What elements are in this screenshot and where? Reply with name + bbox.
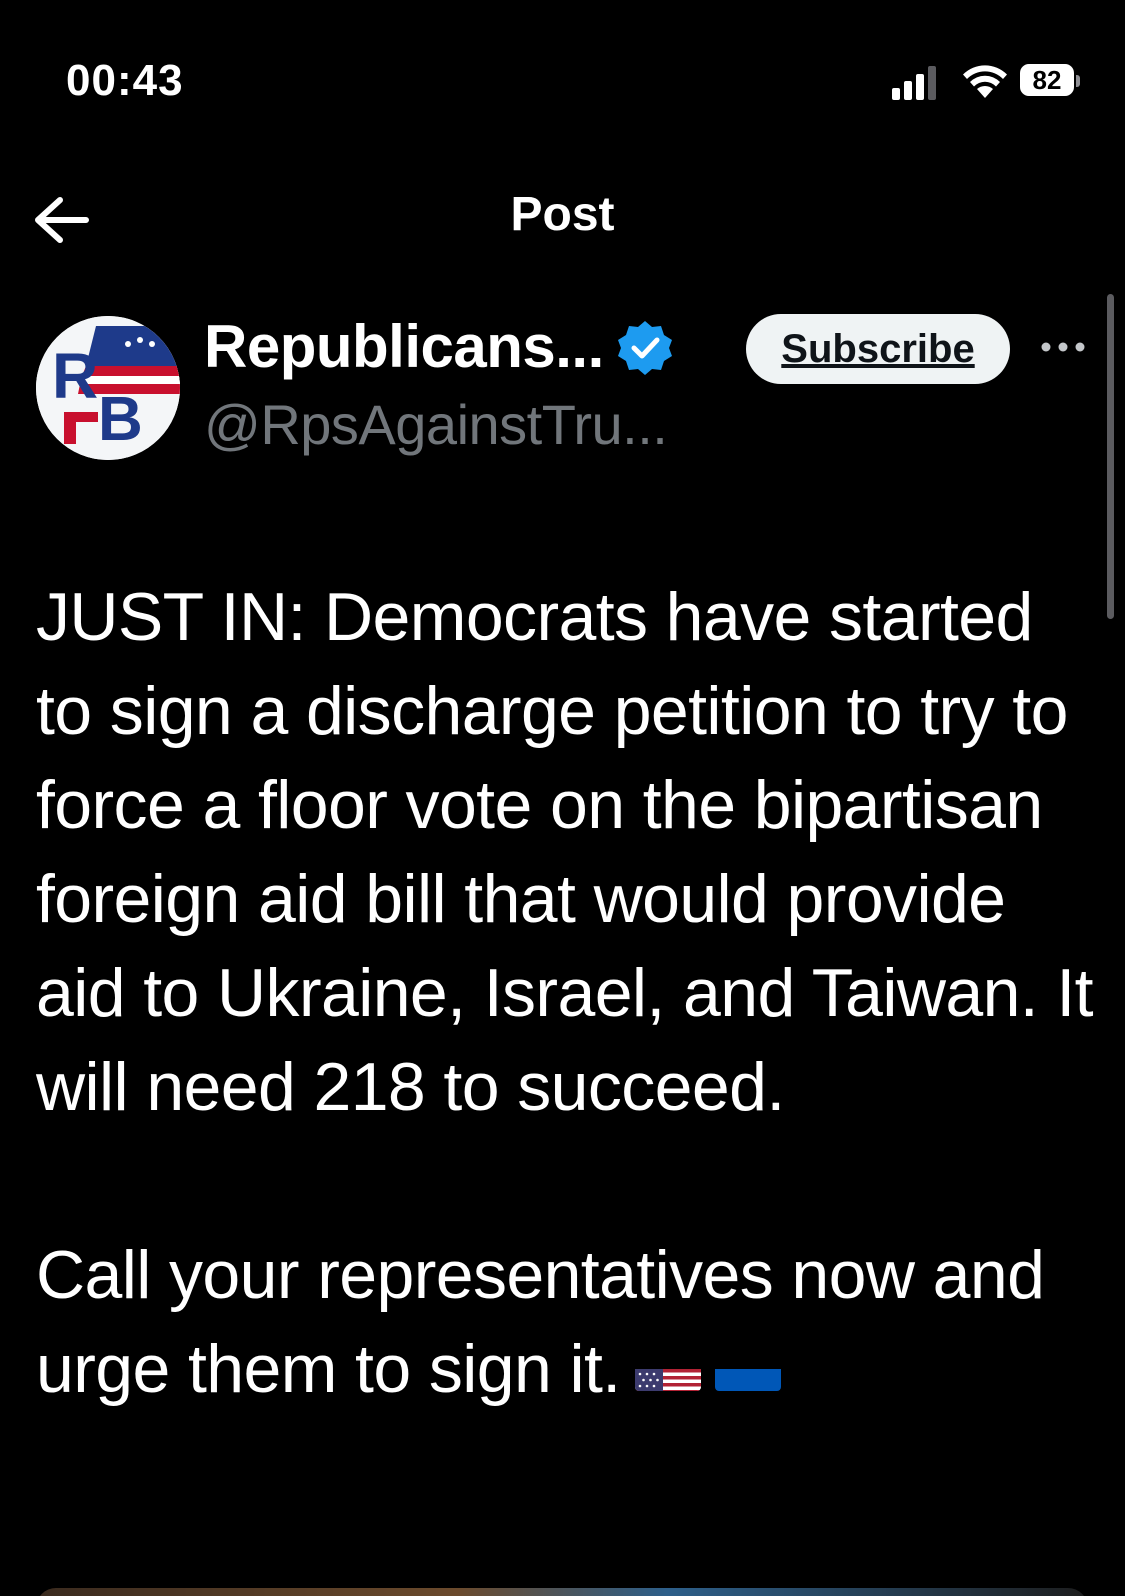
more-horizontal-icon[interactable] bbox=[1038, 332, 1088, 362]
post-text: JUST IN: Democrats have started to sign … bbox=[36, 570, 1096, 1416]
page-title: Post bbox=[510, 188, 615, 241]
avatar[interactable]: R B bbox=[36, 316, 180, 460]
battery-icon: 82 bbox=[1020, 64, 1086, 100]
svg-text:R: R bbox=[52, 340, 98, 412]
verified-badge-icon bbox=[617, 321, 672, 375]
post-paragraph-2: Call your representatives now and urge t… bbox=[36, 1228, 1096, 1416]
us-flag-icon bbox=[634, 1345, 701, 1392]
post-detail[interactable]: R B Republicans... @RpsAgainstTru... Sub… bbox=[0, 282, 1125, 1596]
status-time: 00:43 bbox=[66, 56, 184, 105]
svg-text:B: B bbox=[98, 385, 143, 454]
battery-body: 82 bbox=[1020, 64, 1074, 96]
nav-bar: Post bbox=[0, 160, 1125, 282]
author-handle[interactable]: @RpsAgainstTru... bbox=[204, 392, 668, 457]
ukraine-flag-icon bbox=[714, 1345, 781, 1392]
author-name-row[interactable]: Republicans... bbox=[204, 310, 674, 382]
scrollbar[interactable] bbox=[1107, 294, 1114, 619]
author-display-name[interactable]: Republicans... bbox=[204, 312, 604, 381]
avatar-logo: R B bbox=[36, 316, 180, 460]
battery-level: 82 bbox=[1032, 65, 1062, 95]
signal-icon bbox=[892, 66, 936, 100]
wifi-icon bbox=[963, 65, 1007, 98]
status-bar: 00:43 82 bbox=[0, 0, 1125, 160]
battery-tip bbox=[1076, 75, 1080, 87]
post-paragraph-2-text: Call your representatives now and urge t… bbox=[36, 1237, 1045, 1407]
media-preview[interactable] bbox=[36, 1588, 1088, 1596]
subscribe-button[interactable]: Subscribe bbox=[746, 314, 1010, 384]
post-paragraph-1: JUST IN: Democrats have started to sign … bbox=[36, 579, 1094, 1125]
